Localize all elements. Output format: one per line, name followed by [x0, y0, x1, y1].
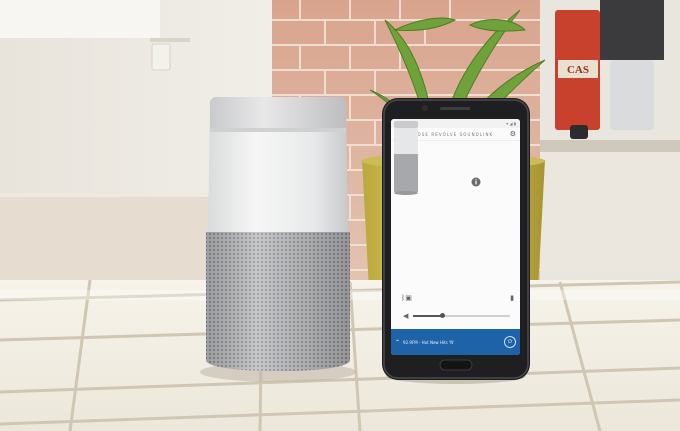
- volume-knob[interactable]: [440, 313, 446, 318]
- photo-scene: CAS ▾ ◢ ▮ BOSE REVOLVE SOUNDLINK ⚙ ᛒ ▣ ▮…: [0, 0, 680, 431]
- volume-row: ◀: [403, 312, 510, 320]
- gear-icon[interactable]: ⚙: [510, 131, 516, 138]
- scene-drawing: CAS: [0, 0, 680, 431]
- now-playing-text: 92.9FM - Hot New Hits 'N': [403, 339, 455, 345]
- status-icons-right: ▾ ◢ ▮: [506, 121, 516, 126]
- volume-fill: [413, 315, 443, 317]
- power-icon[interactable]: ⏻: [504, 336, 516, 348]
- chevron-up-icon[interactable]: ⌃: [395, 339, 400, 346]
- info-icon[interactable]: [471, 177, 481, 187]
- phone-screen: ● ⊕ ◷ ▾ ◢ ▮ ‹ BOSE REVOLVE SOUNDLINK ⚙ ᛒ…: [391, 119, 520, 355]
- source-icon[interactable]: ▣: [405, 295, 412, 302]
- home-button: [439, 359, 473, 371]
- speaker-thumbnail: [394, 121, 418, 195]
- battery-icon: ▮: [510, 294, 514, 302]
- volume-slider[interactable]: [413, 313, 510, 318]
- control-row: ᛒ ▣ ▮: [401, 293, 514, 303]
- now-playing-bar[interactable]: ⌃ 92.9FM - Hot New Hits 'N' ⏻: [391, 329, 520, 355]
- box-label: CAS: [567, 64, 589, 76]
- volume-icon: ◀: [403, 312, 409, 320]
